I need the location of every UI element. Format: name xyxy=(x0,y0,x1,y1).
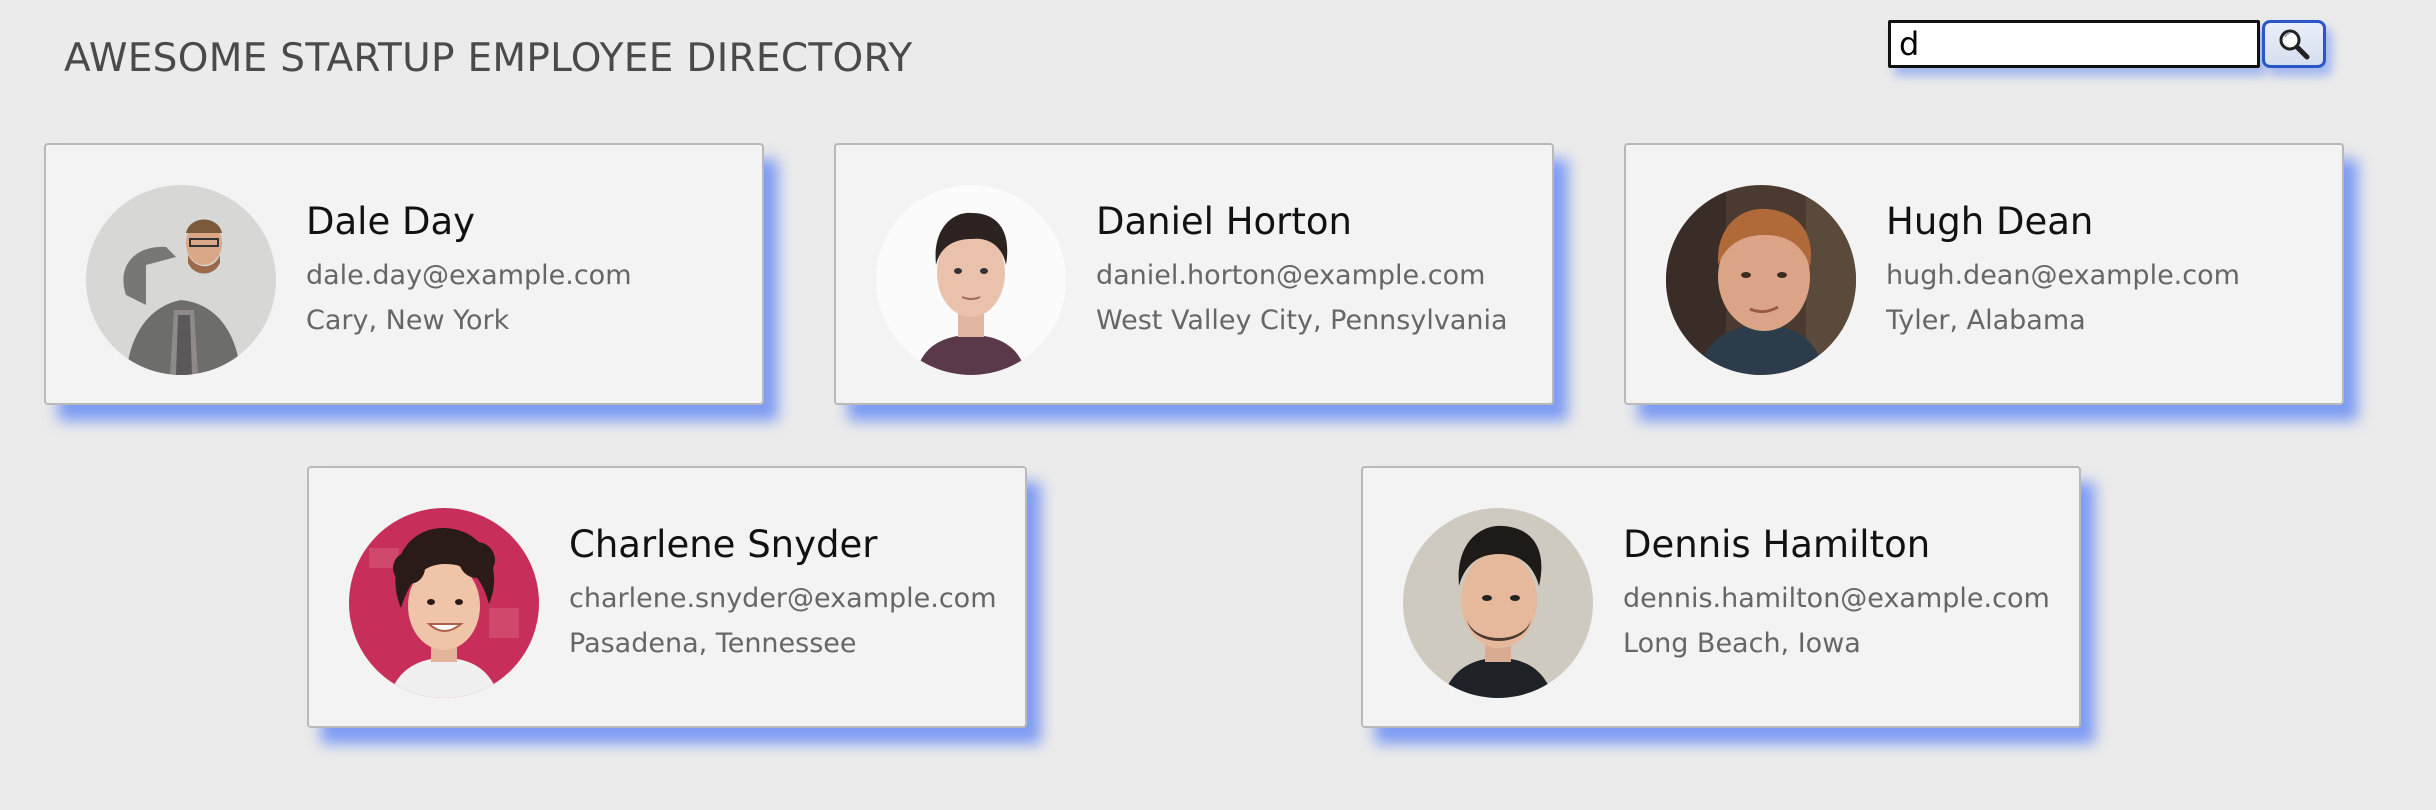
employee-info: Charlene Snyder charlene.snyder@example.… xyxy=(569,526,997,657)
employee-info: Daniel Horton daniel.horton@example.com … xyxy=(1096,203,1508,334)
employee-email: dennis.hamilton@example.com xyxy=(1623,583,2050,614)
employee-location: Cary, New York xyxy=(306,305,510,336)
employee-location: Pasadena, Tennessee xyxy=(569,628,857,659)
avatar xyxy=(1666,185,1856,375)
employee-location: Long Beach, Iowa xyxy=(1623,628,1861,659)
employee-card[interactable]: Charlene Snyder charlene.snyder@example.… xyxy=(307,466,1027,728)
employee-info: Dennis Hamilton dennis.hamilton@example.… xyxy=(1623,526,2050,657)
employee-email: hugh.dean@example.com xyxy=(1886,260,2240,291)
employee-card[interactable]: Dennis Hamilton dennis.hamilton@example.… xyxy=(1361,466,2081,728)
search-form xyxy=(1888,20,2326,68)
employee-email: dale.day@example.com xyxy=(306,260,632,291)
employee-card[interactable]: Dale Day dale.day@example.com Cary, New … xyxy=(44,143,764,405)
employee-name: Dennis Hamilton xyxy=(1623,523,1931,566)
employee-card[interactable]: Daniel Horton daniel.horton@example.com … xyxy=(834,143,1554,405)
employee-location: West Valley City, Pennsylvania xyxy=(1096,305,1508,336)
search-input[interactable] xyxy=(1888,20,2260,68)
page-title: AWESOME STARTUP EMPLOYEE DIRECTORY xyxy=(64,36,913,81)
employee-email: daniel.horton@example.com xyxy=(1096,260,1486,291)
employee-name: Charlene Snyder xyxy=(569,523,878,566)
employee-info: Dale Day dale.day@example.com Cary, New … xyxy=(306,203,632,334)
employee-name: Hugh Dean xyxy=(1886,200,2094,243)
avatar xyxy=(1403,508,1593,698)
avatar xyxy=(86,185,276,375)
employee-card[interactable]: Hugh Dean hugh.dean@example.com Tyler, A… xyxy=(1624,143,2344,405)
magnifier-icon xyxy=(2279,29,2310,60)
employee-email: charlene.snyder@example.com xyxy=(569,583,997,614)
avatar xyxy=(349,508,539,698)
employee-location: Tyler, Alabama xyxy=(1886,305,2086,336)
search-button[interactable] xyxy=(2262,20,2326,68)
directory-page: AWESOME STARTUP EMPLOYEE DIRECTORY d Dal… xyxy=(0,0,2436,810)
avatar xyxy=(876,185,1066,375)
employee-info: Hugh Dean hugh.dean@example.com Tyler, A… xyxy=(1886,203,2240,334)
employee-name: Dale Day xyxy=(306,200,476,243)
employee-name: Daniel Horton xyxy=(1096,200,1352,243)
